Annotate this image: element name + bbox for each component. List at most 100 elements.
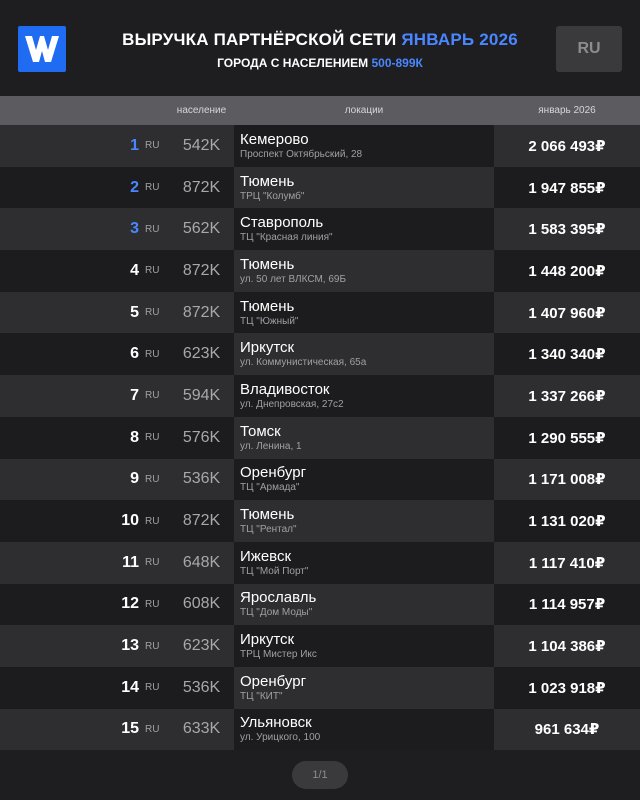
city-name: Тюмень xyxy=(240,172,295,190)
population-cell: 648K xyxy=(182,553,221,571)
population-cell: 623K xyxy=(182,345,221,363)
rank-cell: 10 xyxy=(121,512,139,530)
rank-cell: 7 xyxy=(130,386,139,404)
header-revenue: январь 2026 xyxy=(538,105,596,116)
location-address: ТЦ "Дом Моды" xyxy=(240,607,313,619)
city-name: Иркутск xyxy=(240,339,295,357)
location-cell: Тюмень ТЦ "Южный" xyxy=(234,291,494,334)
table-row: 5 RU 872K Тюмень ТЦ "Южный" 1 407 960₽ xyxy=(0,291,640,334)
rank-cell: 1 xyxy=(130,136,139,154)
table-row: 3 RU 562K Ставрополь ТЦ "Красная линия" 1 583… xyxy=(0,208,640,251)
revenue-cell: 1 583 395₽ xyxy=(528,221,606,239)
country-code: RU xyxy=(145,557,160,569)
subtitle-main: ГОРОДА С НАСЕЛЕНИЕМ xyxy=(217,56,369,70)
country-code: RU xyxy=(145,640,160,652)
revenue-cell: 1 290 555₽ xyxy=(528,429,606,447)
country-code: RU xyxy=(145,515,160,527)
rank-cell: 12 xyxy=(121,595,139,613)
rank-cell: 9 xyxy=(130,470,139,488)
location-cell: Ульяновск ул. Урицкого, 100 xyxy=(234,708,494,751)
language-button[interactable]: RU xyxy=(556,26,622,72)
country-code: RU xyxy=(145,598,160,610)
revenue-cell: 1 337 266₽ xyxy=(528,387,606,405)
city-name: Владивосток xyxy=(240,380,330,398)
revenue-cell: 961 634₽ xyxy=(534,721,600,739)
population-cell: 872K xyxy=(182,261,221,279)
header: ВЫРУЧКА ПАРТНЁРСКОЙ СЕТИ ЯНВАРЬ 2026 ГОР… xyxy=(0,0,640,96)
revenue-cell: 1 171 008₽ xyxy=(528,471,606,489)
revenue-cell: 1 340 340₽ xyxy=(528,346,606,364)
country-code: RU xyxy=(145,473,160,485)
population-cell: 536K xyxy=(182,678,221,696)
revenue-cell: 1 131 020₽ xyxy=(528,513,606,531)
city-name: Ярославль xyxy=(240,589,317,607)
pagination-indicator[interactable]: 1/1 xyxy=(292,761,348,789)
population-cell: 542K xyxy=(182,136,221,154)
country-code: RU xyxy=(145,348,160,360)
table-row: 12 RU 608K Ярославль ТЦ "Дом Моды" 1 114 957₽ xyxy=(0,583,640,626)
population-cell: 623K xyxy=(182,637,221,655)
subtitle-accent: 500-899К xyxy=(371,56,423,70)
location-address: Проспект Октябрьский, 28 xyxy=(240,148,363,160)
location-address: ул. Коммунистическая, 65а xyxy=(240,357,367,369)
location-cell: Тюмень ТРЦ "Колумб" xyxy=(234,166,494,209)
location-address: ул. 50 лет ВЛКСМ, 69Б xyxy=(240,273,347,285)
country-code: RU xyxy=(145,723,160,735)
title-block: ВЫРУЧКА ПАРТНЁРСКОЙ СЕТИ ЯНВАРЬ 2026 ГОР… xyxy=(0,30,640,70)
rank-cell: 2 xyxy=(130,178,139,196)
location-address: ул. Урицкого, 100 xyxy=(240,732,321,744)
location-cell: Оренбург ТЦ "КИТ" xyxy=(234,666,494,709)
title-accent: ЯНВАРЬ 2026 xyxy=(401,30,518,49)
country-code: RU xyxy=(145,682,160,694)
rank-cell: 3 xyxy=(130,220,139,238)
city-name: Ульяновск xyxy=(240,714,312,732)
ranking-table: 1 RU 542K Кемерово Проспект Октябрьский, 28 2… xyxy=(0,125,640,751)
population-cell: 872K xyxy=(182,303,221,321)
table-row: 9 RU 536K Оренбург ТЦ "Армада" 1 171 008₽ xyxy=(0,458,640,501)
revenue-cell: 1 448 200₽ xyxy=(528,262,606,280)
city-name: Ижевск xyxy=(240,547,292,565)
rank-cell: 13 xyxy=(121,637,139,655)
rank-cell: 4 xyxy=(130,261,139,279)
location-cell: Иркутск ТРЦ Мистер Икс xyxy=(234,625,494,667)
population-cell: 576K xyxy=(182,428,221,446)
location-cell: Кемерово Проспект Октябрьский, 28 xyxy=(234,125,494,167)
population-cell: 562K xyxy=(182,220,221,238)
location-cell: Тюмень ТЦ "Рентал" xyxy=(234,500,494,542)
rank-cell: 14 xyxy=(121,678,139,696)
table-row: 8 RU 576K Томск ул. Ленина, 1 1 290 555₽ xyxy=(0,416,640,459)
page-subtitle: ГОРОДА С НАСЕЛЕНИЕМ 500-899К xyxy=(0,56,640,70)
header-population: население xyxy=(176,105,227,116)
table-row: 1 RU 542K Кемерово Проспект Октябрьский, 28 2… xyxy=(0,125,640,167)
table-row: 7 RU 594K Владивосток ул. Днепровская, 27с2 1… xyxy=(0,375,640,417)
rank-cell: 11 xyxy=(122,553,139,571)
rank-cell: 5 xyxy=(130,303,139,321)
title-main: ВЫРУЧКА ПАРТНЁРСКОЙ СЕТИ xyxy=(122,30,397,49)
location-cell: Ярославль ТЦ "Дом Моды" xyxy=(234,583,494,626)
revenue-cell: 1 023 918₽ xyxy=(528,679,606,697)
table-row: 2 RU 872K Тюмень ТРЦ "Колумб" 1 947 855₽ xyxy=(0,166,640,209)
city-name: Оренбург xyxy=(240,464,307,482)
table-row: 13 RU 623K Иркутск ТРЦ Мистер Икс 1 104 386₽ xyxy=(0,625,640,667)
country-code: RU xyxy=(145,182,160,194)
country-code: RU xyxy=(145,223,160,235)
city-name: Тюмень xyxy=(240,297,295,315)
population-cell: 633K xyxy=(182,720,221,738)
city-name: Тюмень xyxy=(240,506,295,524)
revenue-cell: 1 114 957₽ xyxy=(528,596,606,614)
city-name: Кемерово xyxy=(240,130,309,148)
location-address: ТЦ "Армада" xyxy=(240,482,300,494)
location-cell: Томск ул. Ленина, 1 xyxy=(234,416,494,459)
population-cell: 536K xyxy=(182,470,221,488)
location-address: ТРЦ Мистер Икс xyxy=(240,649,317,661)
country-code: RU xyxy=(145,390,160,402)
table-row: 10 RU 872K Тюмень ТЦ "Рентал" 1 131 020₽ xyxy=(0,500,640,542)
rank-cell: 8 xyxy=(130,428,139,446)
rank-cell: 6 xyxy=(130,345,139,363)
revenue-cell: 1 947 855₽ xyxy=(528,179,606,197)
location-address: ТЦ "Красная линия" xyxy=(240,232,333,244)
location-cell: Владивосток ул. Днепровская, 27с2 xyxy=(234,375,494,417)
revenue-cell: 2 066 493₽ xyxy=(528,137,606,155)
location-address: ТЦ "Южный" xyxy=(240,315,299,327)
population-cell: 594K xyxy=(182,386,221,404)
